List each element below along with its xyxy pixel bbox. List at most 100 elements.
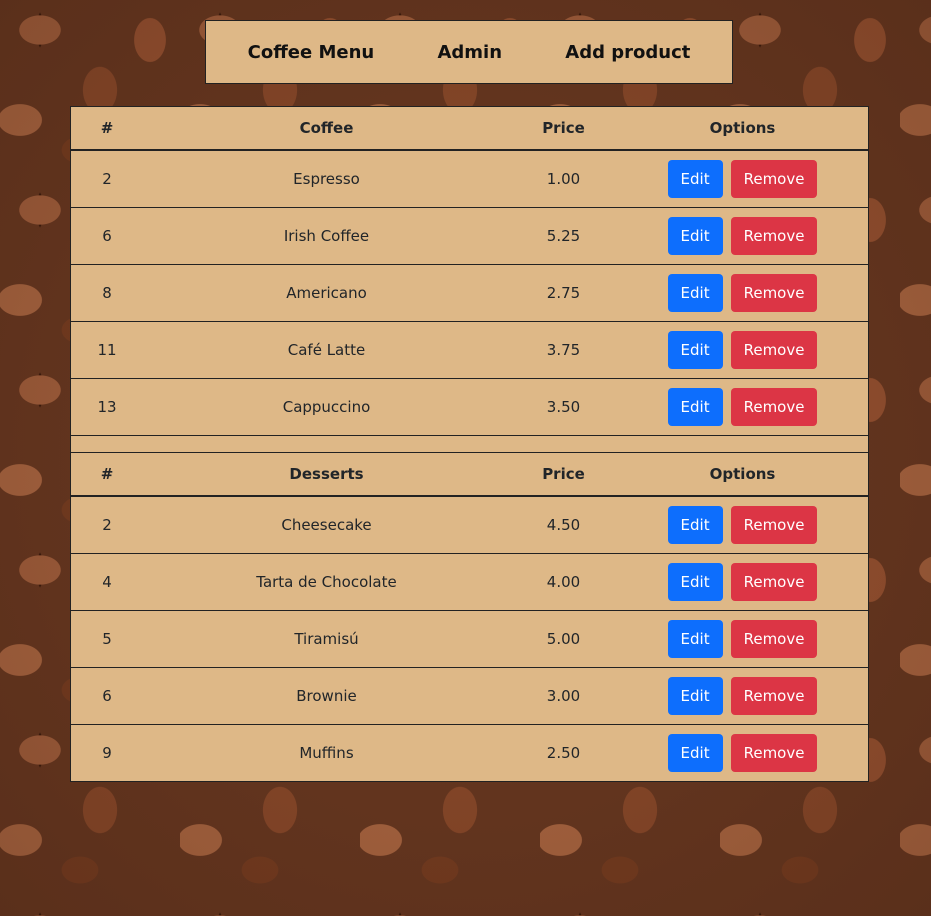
nav-coffee-menu[interactable]: Coffee Menu <box>248 42 375 63</box>
table-row: 11 Café Latte 3.75 Edit Remove <box>71 321 868 379</box>
row-price: 3.75 <box>510 321 617 379</box>
table-row: 9 Muffins 2.50 Edit Remove <box>71 724 868 781</box>
options-group: Edit Remove <box>618 331 867 369</box>
top-nav: Coffee Menu Admin Add product <box>205 20 733 84</box>
remove-button[interactable]: Remove <box>730 620 818 658</box>
options-group: Edit Remove <box>618 620 867 658</box>
row-options: Edit Remove <box>617 667 868 725</box>
row-id: 11 <box>71 321 143 379</box>
header-id: # <box>100 119 114 137</box>
row-price: 5.00 <box>510 610 617 668</box>
header-id: # <box>100 465 114 483</box>
row-id: 4 <box>71 553 143 611</box>
table-row: 2 Espresso 1.00 Edit Remove <box>71 149 868 208</box>
row-id: 9 <box>71 724 143 781</box>
table-row: 2 Cheesecake 4.50 Edit Remove <box>71 495 868 554</box>
table-row: 4 Tarta de Chocolate 4.00 Edit Remove <box>71 553 868 611</box>
row-price: 2.75 <box>510 264 617 322</box>
row-price: 3.00 <box>510 667 617 725</box>
row-price: 5.25 <box>510 207 617 265</box>
row-name: Tiramisú <box>143 610 510 668</box>
remove-button[interactable]: Remove <box>730 160 818 198</box>
row-options: Edit Remove <box>617 724 868 781</box>
remove-button[interactable]: Remove <box>730 274 818 312</box>
row-name: Cappuccino <box>143 378 510 435</box>
row-id: 5 <box>71 610 143 668</box>
row-name: Espresso <box>143 149 510 208</box>
row-price: 2.50 <box>510 724 617 781</box>
desserts-table: # Desserts Price Options 2 Cheesecake 4.50… <box>71 453 868 781</box>
row-name: Muffins <box>143 724 510 781</box>
row-price: 4.50 <box>510 495 617 554</box>
nav-add-product[interactable]: Add product <box>565 42 690 63</box>
row-name: Café Latte <box>143 321 510 379</box>
row-price: 1.00 <box>510 149 617 208</box>
table-row: 6 Brownie 3.00 Edit Remove <box>71 667 868 725</box>
row-id: 2 <box>71 495 143 554</box>
edit-button[interactable]: Edit <box>667 563 723 601</box>
section-divider <box>71 435 868 453</box>
row-price: 3.50 <box>510 378 617 435</box>
header-desserts: Desserts <box>289 465 364 483</box>
coffee-header-row: # Coffee Price Options <box>71 107 868 150</box>
coffee-table: # Coffee Price Options 2 Espresso 1.00 Edit… <box>71 107 868 435</box>
header-coffee: Coffee <box>299 119 354 137</box>
row-name: Cheesecake <box>143 495 510 554</box>
row-id: 6 <box>71 667 143 725</box>
table-row: 5 Tiramisú 5.00 Edit Remove <box>71 610 868 668</box>
remove-button[interactable]: Remove <box>730 217 818 255</box>
row-options: Edit Remove <box>617 149 868 208</box>
coffee-rows: 2 Espresso 1.00 Edit Remove 6 Irish Coffee 5.25… <box>71 149 868 435</box>
row-id: 6 <box>71 207 143 265</box>
edit-button[interactable]: Edit <box>667 331 723 369</box>
row-name: Americano <box>143 264 510 322</box>
row-name: Brownie <box>143 667 510 725</box>
remove-button[interactable]: Remove <box>730 331 818 369</box>
options-group: Edit Remove <box>618 734 867 772</box>
row-name: Tarta de Chocolate <box>143 553 510 611</box>
options-group: Edit Remove <box>618 563 867 601</box>
options-group: Edit Remove <box>618 388 867 426</box>
row-id: 13 <box>71 378 143 435</box>
desserts-rows: 2 Cheesecake 4.50 Edit Remove 4 Tarta de Choco… <box>71 495 868 781</box>
row-options: Edit Remove <box>617 610 868 668</box>
row-id: 2 <box>71 149 143 208</box>
table-row: 13 Cappuccino 3.50 Edit Remove <box>71 378 868 435</box>
row-options: Edit Remove <box>617 553 868 611</box>
edit-button[interactable]: Edit <box>667 677 723 715</box>
header-price: Price <box>542 119 585 137</box>
row-options: Edit Remove <box>617 495 868 554</box>
edit-button[interactable]: Edit <box>667 160 723 198</box>
edit-button[interactable]: Edit <box>667 388 723 426</box>
desserts-header-row: # Desserts Price Options <box>71 453 868 496</box>
row-options: Edit Remove <box>617 207 868 265</box>
row-options: Edit Remove <box>617 321 868 379</box>
options-group: Edit Remove <box>618 160 867 198</box>
row-options: Edit Remove <box>617 378 868 435</box>
nav-admin[interactable]: Admin <box>437 42 502 63</box>
remove-button[interactable]: Remove <box>730 563 818 601</box>
menu-tables: # Coffee Price Options 2 Espresso 1.00 Edit… <box>70 106 869 782</box>
header-price: Price <box>542 465 585 483</box>
edit-button[interactable]: Edit <box>667 217 723 255</box>
options-group: Edit Remove <box>618 677 867 715</box>
row-price: 4.00 <box>510 553 617 611</box>
remove-button[interactable]: Remove <box>730 734 818 772</box>
header-options: Options <box>709 465 776 483</box>
edit-button[interactable]: Edit <box>667 620 723 658</box>
remove-button[interactable]: Remove <box>730 506 818 544</box>
row-id: 8 <box>71 264 143 322</box>
edit-button[interactable]: Edit <box>667 734 723 772</box>
edit-button[interactable]: Edit <box>667 506 723 544</box>
header-options: Options <box>709 119 776 137</box>
row-options: Edit Remove <box>617 264 868 322</box>
table-row: 8 Americano 2.75 Edit Remove <box>71 264 868 322</box>
row-name: Irish Coffee <box>143 207 510 265</box>
table-row: 6 Irish Coffee 5.25 Edit Remove <box>71 207 868 265</box>
options-group: Edit Remove <box>618 274 867 312</box>
options-group: Edit Remove <box>618 506 867 544</box>
remove-button[interactable]: Remove <box>730 388 818 426</box>
remove-button[interactable]: Remove <box>730 677 818 715</box>
options-group: Edit Remove <box>618 217 867 255</box>
edit-button[interactable]: Edit <box>667 274 723 312</box>
